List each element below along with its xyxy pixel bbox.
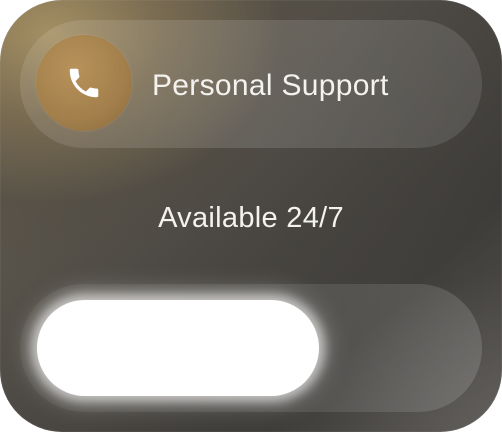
phone-icon	[65, 64, 103, 102]
call-button[interactable]	[36, 35, 132, 131]
support-widget: Personal Support Available 24/7	[0, 0, 502, 432]
availability-text: Available 24/7	[158, 202, 344, 234]
widget-title: Personal Support	[152, 69, 389, 102]
slide-to-call-knob[interactable]	[37, 300, 319, 396]
